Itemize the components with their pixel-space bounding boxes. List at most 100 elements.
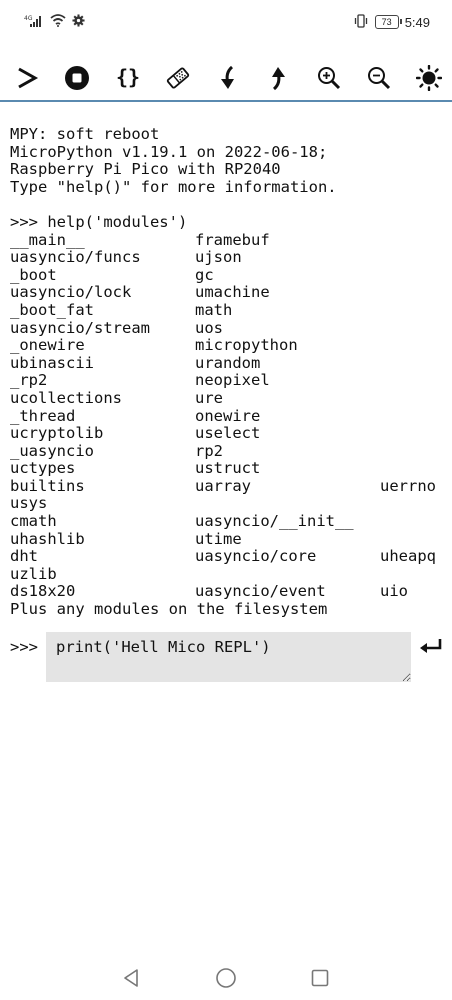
module-name: uarray [195,476,251,495]
eraser-icon [166,67,189,89]
status-left: 4G [24,14,85,31]
terminal-line: MPY: soft reboot [10,125,160,143]
module-row: _boot_fat math [10,300,450,320]
battery-level: 73 [381,16,392,27]
module-name [380,372,450,390]
module-name: onewire [195,406,261,425]
module-name: __main__ [10,230,85,249]
module-row: uctypes ustruct [10,460,450,478]
module-name [380,443,450,461]
clock: 5:49 [404,14,430,30]
module-name: ubinascii [10,353,94,372]
terminal-output: MPY: soft reboot MicroPython v1.19.1 on … [10,125,450,619]
module-row: uzlib [10,565,450,584]
zoom-out-icon [367,67,390,90]
svg-text:4G: 4G [24,15,33,22]
brightness-button[interactable] [414,63,444,93]
module-row: builtins uarray uerrno [10,476,450,496]
enter-arrow-icon [420,639,442,653]
wifi-icon [50,14,66,30]
module-name [380,408,450,426]
module-name: ds18x20 [10,582,76,601]
module-row: __main__ framebuf [10,230,450,250]
nav-home-button[interactable] [214,966,238,990]
module-name: utime [195,529,242,548]
module-name [380,284,450,302]
module-name: _onewire [10,336,85,355]
circle-home-icon [216,967,236,988]
module-name: dht [10,547,38,566]
module-row: _thread onewire [10,406,450,426]
module-name: uhashlib [10,529,85,548]
module-name: uasyncio/__init__ [195,512,354,531]
arrow-up-icon [272,67,286,91]
curly-braces-icon: {} [115,65,139,89]
module-name: _boot [10,265,57,284]
system-nav-bar [0,955,452,1000]
nav-back-button[interactable] [120,966,144,990]
module-name: micropython [195,336,298,355]
module-name: math [195,300,233,319]
download-button[interactable] [213,63,243,93]
module-row: cmath uasyncio/__init__ [10,512,450,531]
module-row: ds18x20 uasyncio/event uio [10,583,450,601]
module-name: uerrno [380,476,436,495]
toolbar: {} [0,54,452,102]
modules-list: __main__ framebuf uasyncio/funcs ujson _boot… [10,230,450,601]
module-name: framebuf [195,230,270,249]
module-name [380,566,450,584]
module-name [380,302,450,320]
module-name [195,566,380,584]
prompt-symbol: >>> [10,638,38,656]
zoom-in-button[interactable] [314,63,344,93]
signal-icon: 4G [24,14,44,31]
module-name: rp2 [195,441,223,460]
triangle-back-icon [124,968,138,987]
module-name: uselect [195,424,261,443]
code-button[interactable]: {} [113,63,143,93]
repl-prompt-area: >>> print('Hell Mico REPL') [10,632,442,684]
module-name: uctypes [10,459,76,478]
module-name: ustruct [195,459,261,478]
module-row: uasyncio/funcs ujson [10,249,450,267]
module-name: ucryptolib [10,424,104,443]
run-chevron-icon [18,67,39,89]
module-name [380,249,450,267]
module-row: usys [10,495,450,513]
arrow-down-icon [221,65,234,89]
module-name: usys [10,494,48,513]
module-name [380,267,450,285]
module-name: umachine [195,283,270,302]
sun-icon [416,65,442,91]
enter-button[interactable] [418,636,444,658]
run-button[interactable] [12,63,42,93]
zoom-in-icon [317,67,340,90]
module-row: uasyncio/lock umachine [10,284,450,302]
footer-line: Plus any modules on the filesystem [10,600,328,619]
module-row: uhashlib utime [10,529,450,549]
module-name [380,460,450,478]
module-row: _uasyncio rp2 [10,441,450,461]
module-name: cmath [10,512,57,531]
nav-recents-button[interactable] [308,966,332,990]
module-name: uos [195,318,223,337]
clear-button[interactable] [163,63,193,93]
module-name: uasyncio/lock [10,283,132,302]
module-name: _thread [10,406,76,425]
square-recents-icon [311,969,329,986]
upload-button[interactable] [263,63,293,93]
module-name [380,355,450,373]
zoom-out-button[interactable] [364,63,394,93]
repl-input[interactable]: print('Hell Mico REPL') [46,632,411,682]
module-name [380,337,450,355]
module-row: _onewire micropython [10,337,450,355]
module-name: ure [195,388,223,407]
module-row: dht uasyncio/core uheapq [10,548,450,566]
stop-button[interactable] [62,63,92,93]
module-name: urandom [195,353,261,372]
module-name [380,495,450,513]
module-row: ucryptolib uselect [10,424,450,443]
svg-text:{}: {} [115,65,139,89]
module-name: uasyncio/funcs [10,248,141,267]
